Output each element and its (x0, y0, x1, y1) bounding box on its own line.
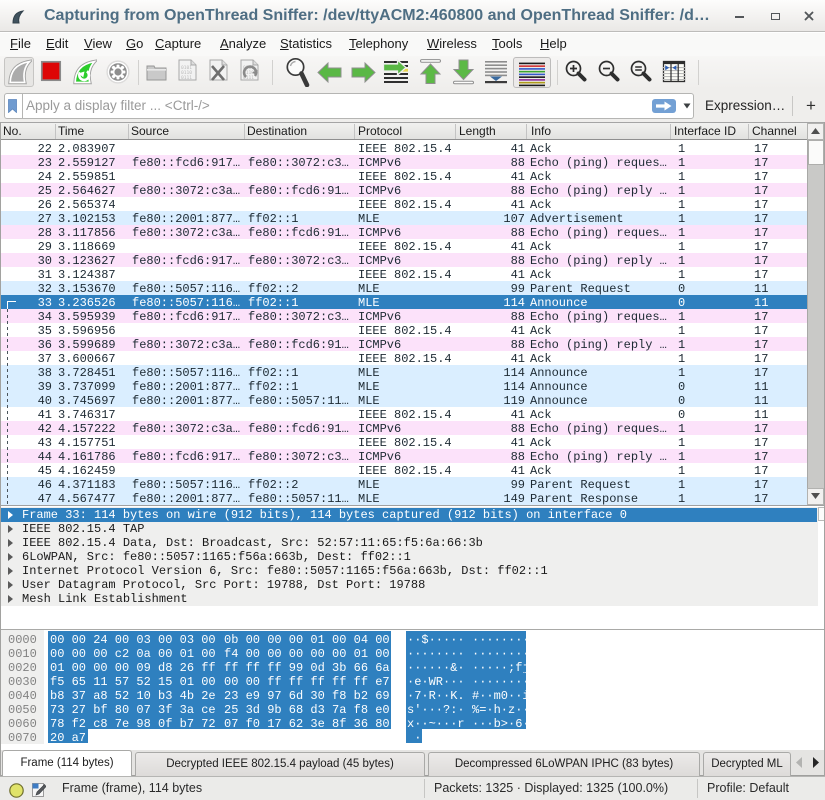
svg-text:0111: 0111 (181, 75, 192, 81)
